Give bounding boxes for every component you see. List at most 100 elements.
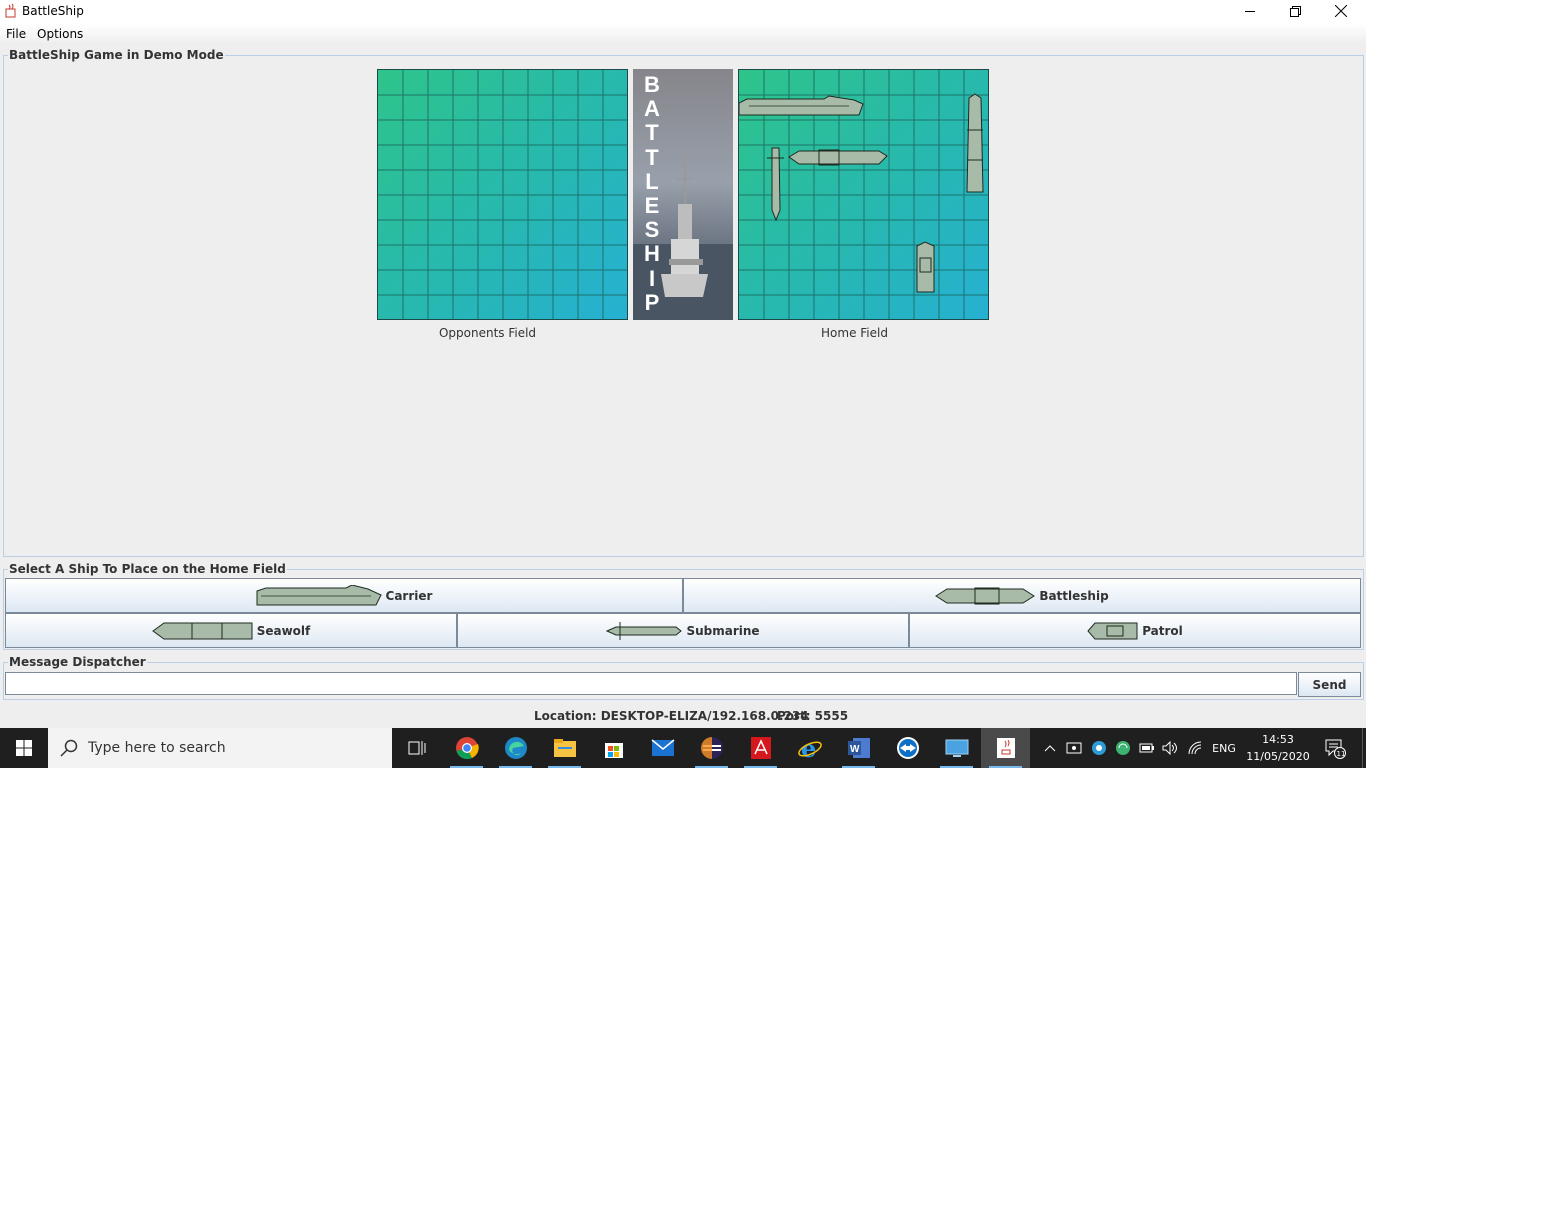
teamviewer-icon — [896, 737, 919, 759]
active-indicator — [499, 766, 532, 768]
submarine-button[interactable]: Submarine — [457, 613, 909, 648]
show-desktop-button[interactable] — [1362, 728, 1366, 768]
svg-text:W: W — [850, 744, 860, 755]
file-explorer-button[interactable] — [540, 728, 589, 768]
store-button[interactable] — [589, 728, 638, 768]
placed-submarine-icon — [767, 147, 784, 222]
game-panel-title: BattleShip Game in Demo Mode — [8, 48, 225, 62]
teamviewer-button[interactable] — [883, 728, 932, 768]
taskbar-search[interactable]: Type here to search — [48, 728, 392, 768]
store-icon — [604, 743, 623, 758]
restore-icon — [1289, 5, 1301, 17]
title-bar: BattleShip — [0, 0, 1366, 24]
carrier-ship-icon — [256, 584, 382, 605]
search-placeholder: Type here to search — [88, 740, 226, 756]
word-button[interactable]: W — [834, 728, 883, 768]
battleship-window: BattleShip File Options BattleShip Game … — [0, 0, 1366, 728]
banner-letter: E — [644, 193, 660, 219]
seawolf-ship-icon — [151, 622, 253, 639]
home-field-label: Home Field — [821, 326, 888, 340]
clock-time: 14:53 — [1262, 733, 1294, 746]
tray-app-2[interactable] — [1112, 728, 1134, 768]
tray-app-1[interactable] — [1088, 728, 1110, 768]
banner-letter: P — [644, 289, 660, 315]
battery-tray[interactable] — [1137, 728, 1157, 768]
start-button[interactable] — [0, 728, 48, 768]
wifi-tray[interactable] — [1186, 728, 1206, 768]
location-status: Location: DESKTOP-ELIZA/192.168.0.234 — [534, 709, 809, 723]
submarine-label: Submarine — [686, 623, 760, 638]
seawolf-button[interactable]: Seawolf — [5, 613, 457, 648]
battleship-button[interactable]: Battleship — [683, 578, 1361, 613]
banner-letter: S — [644, 217, 660, 243]
banner-letter: H — [644, 241, 660, 267]
active-indicator — [744, 766, 777, 768]
clock-date: 11/05/2020 — [1246, 750, 1310, 763]
placed-carrier-icon — [739, 95, 864, 116]
task-view-button[interactable] — [392, 728, 441, 768]
message-input[interactable] — [5, 672, 1297, 695]
file-explorer-icon — [553, 739, 576, 757]
tray-network-monitor[interactable] — [1064, 728, 1084, 768]
placed-battleship-icon — [788, 149, 888, 166]
minimize-button[interactable] — [1227, 0, 1273, 22]
battleship-ship-icon — [935, 587, 1036, 604]
placed-patrol-icon — [916, 241, 935, 293]
speaker-icon — [1162, 741, 1177, 755]
search-icon — [60, 739, 78, 757]
menu-file[interactable]: File — [6, 27, 26, 41]
carrier-button[interactable]: Carrier — [5, 578, 683, 613]
windows-logo-icon — [16, 740, 32, 756]
battleship-banner: B A T T L E S H I P — [633, 69, 733, 320]
action-center-button[interactable]: 11 — [1320, 728, 1350, 768]
taskbar-clock[interactable]: 14:53 11/05/2020 — [1240, 731, 1316, 765]
submarine-ship-icon — [606, 621, 683, 640]
active-indicator — [842, 766, 875, 768]
active-indicator — [940, 766, 973, 768]
language-indicator[interactable]: ENG — [1208, 728, 1240, 768]
active-indicator — [695, 766, 728, 768]
volume-tray[interactable] — [1160, 728, 1180, 768]
internet-explorer-button[interactable]: e — [785, 728, 834, 768]
acrobat-button[interactable] — [736, 728, 785, 768]
window-title: BattleShip — [22, 4, 84, 18]
close-button[interactable] — [1318, 0, 1364, 22]
mail-button[interactable] — [638, 728, 687, 768]
chrome-button[interactable] — [442, 728, 491, 768]
home-field-grid[interactable] — [738, 69, 989, 320]
close-icon — [1335, 5, 1347, 17]
port-status: Port: 5555 — [777, 709, 849, 723]
restore-button[interactable] — [1272, 0, 1318, 22]
edge-button[interactable] — [491, 728, 540, 768]
chevron-up-icon — [1044, 745, 1056, 752]
active-indicator — [989, 766, 1022, 768]
patrol-button[interactable]: Patrol — [909, 613, 1361, 648]
message-panel-title: Message Dispatcher — [8, 655, 147, 669]
carrier-label: Carrier — [385, 588, 433, 603]
opponents-grid-lines — [378, 70, 627, 319]
minimize-icon — [1244, 10, 1255, 12]
patrol-ship-icon — [1087, 622, 1138, 639]
banner-letter: I — [648, 265, 656, 291]
desktop-app-button[interactable] — [932, 728, 981, 768]
acrobat-icon — [750, 737, 771, 759]
word-icon: W — [847, 738, 870, 758]
home-grid-lines — [739, 70, 988, 319]
desktop-icon — [945, 739, 968, 757]
sync-tray-icon — [1116, 741, 1130, 755]
notification-count: 11 — [1337, 750, 1346, 758]
java-icon — [996, 738, 1015, 758]
banner-letter: T — [645, 144, 659, 170]
eclipse-icon — [700, 737, 723, 759]
show-hidden-icons-button[interactable] — [1040, 728, 1060, 768]
opponents-field-grid[interactable] — [377, 69, 628, 320]
java-app-icon — [5, 3, 16, 18]
seawolf-label: Seawolf — [256, 623, 311, 638]
eclipse-button[interactable] — [687, 728, 736, 768]
banner-letters: B A T T L E S H I P — [637, 72, 667, 315]
ship-select-title: Select A Ship To Place on the Home Field — [8, 562, 287, 576]
java-app-button[interactable] — [981, 728, 1030, 768]
menu-options[interactable]: Options — [37, 27, 83, 41]
monitor-tray-icon — [1066, 742, 1082, 754]
send-button[interactable]: Send — [1298, 672, 1361, 697]
